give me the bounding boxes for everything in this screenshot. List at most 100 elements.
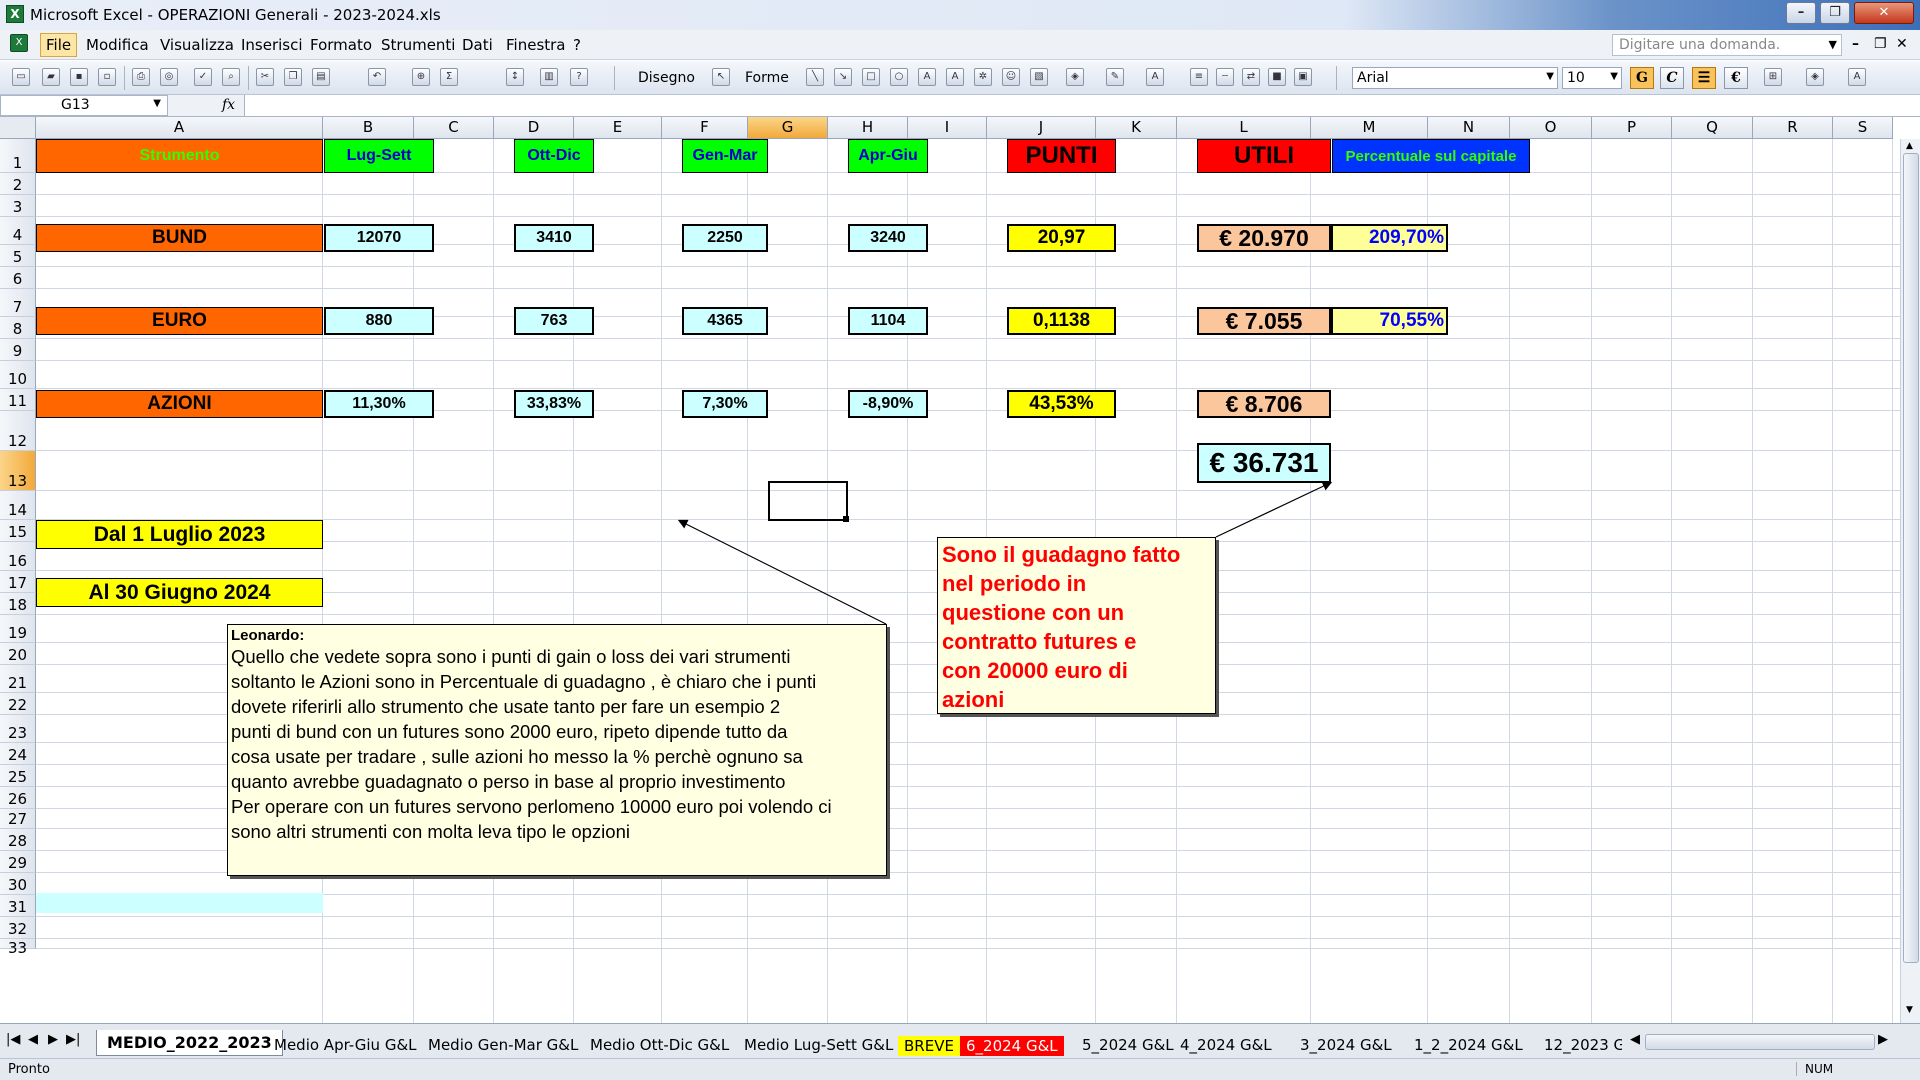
menu-visualizza[interactable]: Visualizza bbox=[160, 36, 234, 54]
column-header-e[interactable]: E bbox=[574, 117, 662, 139]
picture-icon[interactable]: ▧ bbox=[1030, 68, 1048, 86]
font-name-select[interactable]: Arial ▼ bbox=[1352, 67, 1558, 89]
row-header-27[interactable]: 27 bbox=[0, 809, 36, 829]
fx-icon[interactable]: fx bbox=[222, 97, 235, 113]
menu-strumenti[interactable]: Strumenti bbox=[381, 36, 455, 54]
euro-utili[interactable]: € 7.055 bbox=[1197, 307, 1331, 335]
drawing-menu[interactable]: Disegno bbox=[638, 70, 695, 86]
row-header-31[interactable]: 31 bbox=[0, 895, 36, 917]
clipart-icon[interactable]: ☺ bbox=[1002, 68, 1020, 86]
spelling-icon[interactable]: ✓ bbox=[194, 68, 212, 86]
row-header-29[interactable]: 29 bbox=[0, 851, 36, 873]
row-header-17[interactable]: 17 bbox=[0, 571, 36, 593]
horizontal-scrollbar[interactable] bbox=[1645, 1034, 1875, 1050]
column-header-s[interactable]: S bbox=[1833, 117, 1893, 139]
research-icon[interactable]: ⌕ bbox=[222, 68, 240, 86]
row-header-7[interactable]: 7 bbox=[0, 289, 36, 317]
copy-icon[interactable]: ❐ bbox=[284, 68, 302, 86]
azioni-apr-giu[interactable]: -8,90% bbox=[848, 390, 928, 418]
row-header-25[interactable]: 25 bbox=[0, 765, 36, 787]
prev-sheet-icon[interactable]: ◀ bbox=[28, 1032, 38, 1047]
new-icon[interactable]: ▭ bbox=[12, 68, 30, 86]
sheet-tab[interactable]: BREVE bbox=[898, 1036, 960, 1056]
menu-formato[interactable]: Formato bbox=[310, 36, 372, 54]
select-all-corner[interactable] bbox=[0, 117, 36, 139]
italic-button[interactable]: C bbox=[1660, 67, 1684, 89]
row-header-21[interactable]: 21 bbox=[0, 665, 36, 693]
arrow-style-icon[interactable]: ⇄ bbox=[1242, 68, 1260, 86]
paste-icon[interactable]: ▤ bbox=[312, 68, 330, 86]
first-sheet-icon[interactable]: |◀ bbox=[6, 1032, 20, 1047]
euro-ott-dic[interactable]: 763 bbox=[514, 307, 594, 335]
row-header-9[interactable]: 9 bbox=[0, 339, 36, 361]
row-header-5[interactable]: 5 bbox=[0, 245, 36, 267]
rectangle-icon[interactable]: □ bbox=[862, 68, 880, 86]
vertical-scroll-thumb[interactable] bbox=[1903, 153, 1919, 963]
save-icon[interactable]: ▪ bbox=[70, 68, 88, 86]
row-header-30[interactable]: 30 bbox=[0, 873, 36, 895]
header-gen-mar[interactable]: Gen-Mar bbox=[682, 139, 768, 173]
line-icon[interactable]: ╲ bbox=[806, 68, 824, 86]
select-objects-icon[interactable]: ↖ bbox=[712, 68, 730, 86]
font-color-icon[interactable]: A bbox=[1146, 68, 1164, 86]
column-header-f[interactable]: F bbox=[662, 117, 748, 139]
header-punti[interactable]: PUNTI bbox=[1007, 139, 1116, 173]
help-icon[interactable]: ? bbox=[570, 68, 588, 86]
azioni-lug-sett[interactable]: 11,30% bbox=[324, 390, 434, 418]
column-header-j[interactable]: J bbox=[987, 117, 1096, 139]
row-header-14[interactable]: 14 bbox=[0, 491, 36, 520]
row-header-18[interactable]: 18 bbox=[0, 593, 36, 615]
column-header-l[interactable]: L bbox=[1177, 117, 1311, 139]
column-header-h[interactable]: H bbox=[828, 117, 908, 139]
row-header-4[interactable]: 4 bbox=[0, 217, 36, 245]
column-header-k[interactable]: K bbox=[1096, 117, 1177, 139]
bund-lug-sett[interactable]: 12070 bbox=[324, 224, 434, 252]
row-header-10[interactable]: 10 bbox=[0, 361, 36, 389]
dash-style-icon[interactable]: ┄ bbox=[1216, 68, 1234, 86]
menu-modifica[interactable]: Modifica bbox=[86, 36, 149, 54]
menu-help[interactable]: ? bbox=[573, 36, 581, 54]
doc-restore-button[interactable]: ❐ bbox=[1874, 36, 1887, 52]
shadow-icon[interactable]: ■ bbox=[1268, 68, 1286, 86]
name-box[interactable]: G13 ▼ bbox=[0, 95, 168, 116]
euro-percent[interactable]: 70,55% bbox=[1331, 307, 1448, 335]
scroll-up-icon[interactable]: ▲ bbox=[1906, 141, 1913, 151]
textbox-icon[interactable]: A bbox=[918, 68, 936, 86]
euro-gen-mar[interactable]: 4365 bbox=[682, 307, 768, 335]
chart-wizard-icon[interactable]: ▥ bbox=[540, 68, 558, 86]
font-size-select[interactable]: 10 ▼ bbox=[1562, 67, 1622, 89]
permission-icon[interactable]: ▫ bbox=[98, 68, 116, 86]
row-header-13[interactable]: 13 bbox=[0, 451, 36, 491]
bund-apr-giu[interactable]: 3240 bbox=[848, 224, 928, 252]
sheet-tab[interactable]: Medio Ott-Dic G&L bbox=[590, 1036, 729, 1054]
column-header-p[interactable]: P bbox=[1592, 117, 1672, 139]
date-to[interactable]: Al 30 Giugno 2024 bbox=[36, 578, 323, 607]
sheet-tab[interactable]: 12_2023 G bbox=[1544, 1036, 1622, 1054]
euro-apr-giu[interactable]: 1104 bbox=[848, 307, 928, 335]
doc-minimize-button[interactable]: – bbox=[1852, 36, 1859, 52]
sheet-tab[interactable]: MEDIO_2022_2023 bbox=[96, 1030, 283, 1056]
sheet-tab[interactable]: 3_2024 G&L bbox=[1300, 1036, 1392, 1054]
bund-punti[interactable]: 20,97 bbox=[1007, 224, 1116, 252]
column-header-n[interactable]: N bbox=[1428, 117, 1510, 139]
align-center-button[interactable]: ☰ bbox=[1692, 67, 1716, 89]
fill-color-icon[interactable]: ◈ bbox=[1066, 68, 1084, 86]
cut-icon[interactable]: ✂ bbox=[256, 68, 274, 86]
row-header-24[interactable]: 24 bbox=[0, 743, 36, 765]
total-utili[interactable]: € 36.731 bbox=[1197, 443, 1331, 483]
print-preview-icon[interactable]: ◎ bbox=[160, 68, 178, 86]
azioni-gen-mar[interactable]: 7,30% bbox=[682, 390, 768, 418]
selected-cell-g13[interactable] bbox=[768, 481, 848, 521]
column-header-c[interactable]: C bbox=[414, 117, 494, 139]
column-header-b[interactable]: B bbox=[323, 117, 414, 139]
bund-ott-dic[interactable]: 3410 bbox=[514, 224, 594, 252]
column-header-m[interactable]: M bbox=[1311, 117, 1428, 139]
menu-file[interactable]: File bbox=[40, 33, 78, 57]
arrow-icon[interactable]: ↘ bbox=[834, 68, 852, 86]
hyperlink-icon[interactable]: ⊕ bbox=[412, 68, 430, 86]
excel-doc-icon[interactable]: X bbox=[10, 34, 28, 52]
chevron-down-icon[interactable]: ▼ bbox=[1829, 38, 1837, 51]
diagram-icon[interactable]: ✲ bbox=[974, 68, 992, 86]
row-header-19[interactable]: 19 bbox=[0, 615, 36, 643]
row-header-16[interactable]: 16 bbox=[0, 542, 36, 571]
